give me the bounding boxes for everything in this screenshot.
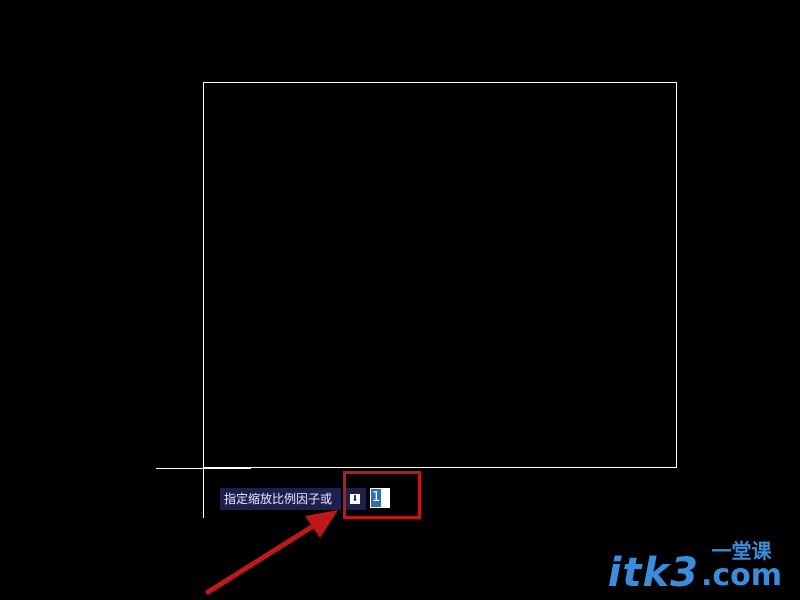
prompt-label: 指定缩放比例因子或 xyxy=(224,492,333,506)
watermark-side: 一堂课 .com xyxy=(700,540,782,593)
watermark-main-text: itk3 xyxy=(607,550,699,596)
watermark-com-text: .com xyxy=(700,558,782,593)
arrow-shaft xyxy=(205,520,321,595)
site-watermark: itk3 一堂课 .com xyxy=(608,540,782,594)
dynamic-input-prompt: 指定缩放比例因子或 xyxy=(220,488,341,510)
cad-drawing-canvas[interactable]: 指定缩放比例因子或 ⬇ 1 itk3 一堂课 .com xyxy=(0,0,800,600)
arrow-head xyxy=(305,510,338,538)
crosshair-vertical xyxy=(203,420,204,518)
drawn-rectangle[interactable] xyxy=(203,82,677,468)
annotation-highlight-box xyxy=(343,471,421,519)
